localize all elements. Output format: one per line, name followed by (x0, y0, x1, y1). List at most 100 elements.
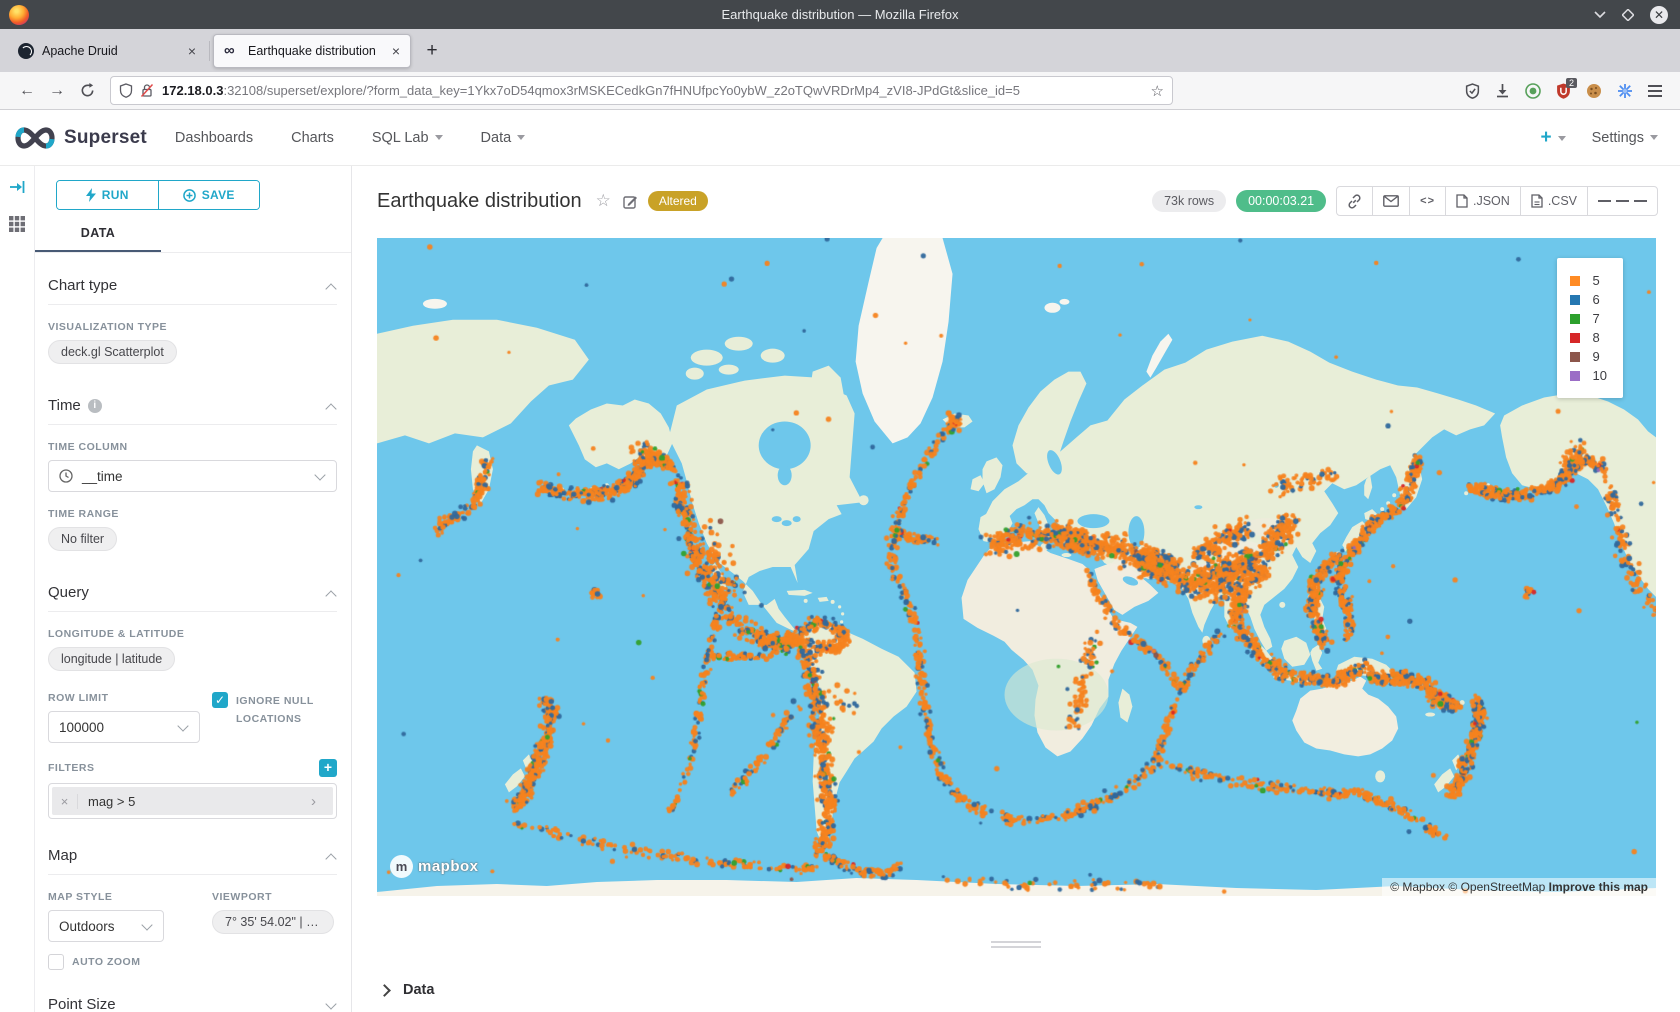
edit-properties-icon[interactable] (623, 194, 638, 209)
viewport-value[interactable]: 7° 35' 54.02" | 31... (212, 910, 334, 934)
window-close-icon[interactable]: ✕ (1650, 6, 1668, 24)
attribution-mapbox-link[interactable]: © Mapbox (1390, 880, 1445, 894)
favorite-star-icon[interactable]: ☆ (596, 191, 611, 211)
dataset-grid-icon[interactable] (9, 216, 25, 232)
new-tab-button[interactable]: + (417, 36, 447, 66)
lonlat-value[interactable]: longitude | latitude (48, 647, 175, 671)
map-attribution: © Mapbox © OpenStreetMap Improve this ma… (1382, 878, 1656, 896)
legend-item[interactable]: 7 (1570, 311, 1607, 326)
downloads-icon[interactable] (1495, 83, 1510, 98)
chart-menu-icon[interactable] (1588, 187, 1657, 215)
permissions-shield-icon[interactable] (119, 83, 133, 98)
legend-label: 6 (1593, 292, 1600, 307)
url-input[interactable]: 172.18.0.3:32108/superset/explore/?form_… (110, 76, 1173, 105)
chart-title: Earthquake distribution (377, 190, 582, 213)
resize-handle[interactable] (991, 938, 1041, 951)
remove-filter-icon[interactable]: × (52, 794, 78, 809)
legend-label: 5 (1593, 273, 1600, 288)
add-filter-button[interactable]: + (319, 759, 337, 777)
legend-swatch (1570, 314, 1580, 324)
auto-zoom-checkbox[interactable]: AUTO ZOOM (48, 954, 200, 970)
time-column-select[interactable]: __time (48, 460, 337, 492)
collapse-panel-icon[interactable] (9, 180, 25, 194)
file-icon (1456, 194, 1468, 208)
section-time[interactable]: Timei (48, 397, 337, 414)
chevron-up-icon (327, 588, 337, 598)
tab-data[interactable]: DATA (35, 226, 161, 252)
ublock-icon[interactable]: 2 (1556, 83, 1571, 99)
row-count-badge: 73k rows (1152, 190, 1226, 212)
add-new-button[interactable]: + (1540, 127, 1565, 149)
section-chart-type[interactable]: Chart type (48, 277, 337, 294)
time-range-value[interactable]: No filter (48, 527, 117, 551)
viz-type-label: VISUALIZATION TYPE (48, 321, 337, 333)
lonlat-label: LONGITUDE & LATITUDE (48, 628, 337, 640)
mapbox-logo[interactable]: m mapbox (390, 855, 479, 878)
bookmark-star-icon[interactable]: ☆ (1151, 82, 1164, 100)
legend-item[interactable]: 10 (1570, 368, 1607, 383)
info-icon: i (88, 399, 102, 413)
section-point-size[interactable]: Point Size (48, 996, 337, 1012)
time-column-label: TIME COLUMN (48, 441, 337, 453)
map-style-select[interactable]: Outdoors (48, 910, 164, 942)
menu-icon[interactable] (1648, 82, 1662, 100)
section-query[interactable]: Query (48, 584, 337, 601)
window-titlebar: Earthquake distribution — Mozilla Firefo… (0, 0, 1680, 29)
row-limit-label: ROW LIMIT (48, 692, 200, 704)
settings-menu[interactable]: Settings (1592, 130, 1658, 146)
export-json-button[interactable]: .JSON (1446, 187, 1521, 215)
altered-badge[interactable]: Altered (648, 191, 708, 211)
row-limit-select[interactable]: 100000 (48, 711, 200, 743)
url-text: 172.18.0.3:32108/superset/explore/?form_… (162, 83, 1145, 98)
chevron-right-icon[interactable]: › (311, 793, 333, 810)
bolt-icon (86, 188, 96, 202)
legend-item[interactable]: 8 (1570, 330, 1607, 345)
chevron-down-icon (316, 471, 326, 481)
chart-container: Earthquake distribution ☆ Altered 73k ro… (352, 166, 1680, 1012)
embed-code-button[interactable]: <> (1410, 187, 1446, 215)
tab-close-icon[interactable]: × (188, 43, 196, 59)
viz-type-value[interactable]: deck.gl Scatterplot (48, 340, 177, 364)
export-csv-button[interactable]: .CSV (1521, 187, 1588, 215)
envelope-icon (1383, 195, 1399, 207)
data-panel-toggle[interactable]: Data (380, 982, 434, 998)
cookie-icon[interactable] (1586, 83, 1602, 99)
nav-charts[interactable]: Charts (291, 130, 334, 146)
window-maximize-icon[interactable] (1622, 9, 1634, 21)
copy-link-button[interactable] (1337, 187, 1373, 215)
shield-extension-icon[interactable] (1465, 83, 1480, 99)
nav-data[interactable]: Data (481, 130, 526, 146)
tab-apache-druid[interactable]: Apache Druid × (8, 34, 206, 68)
window-minimize-icon[interactable] (1594, 11, 1606, 19)
tab-close-icon[interactable]: × (392, 43, 400, 59)
back-icon[interactable]: ← (12, 77, 42, 105)
filter-chip[interactable]: × mag > 5 › (52, 787, 333, 815)
filter-container: × mag > 5 › (48, 783, 337, 819)
superset-logo[interactable]: Superset (12, 125, 147, 151)
email-button[interactable] (1373, 187, 1410, 215)
save-button[interactable]: SAVE (158, 181, 260, 209)
legend-label: 9 (1593, 349, 1600, 364)
nav-sql-lab[interactable]: SQL Lab (372, 130, 443, 146)
section-map[interactable]: Map (48, 847, 337, 864)
attribution-improve-link[interactable]: Improve this map (1549, 880, 1648, 894)
checkbox-checked-icon[interactable]: ✓ (212, 692, 228, 708)
multi-account-icon[interactable] (1617, 83, 1633, 99)
forward-icon[interactable]: → (42, 77, 72, 105)
brand-name: Superset (64, 127, 147, 149)
legend-item[interactable]: 5 (1570, 273, 1607, 288)
nav-dashboards[interactable]: Dashboards (175, 130, 253, 146)
tab-earthquake-distribution[interactable]: ∞ Earthquake distribution × (213, 34, 411, 68)
superset-navbar: Superset Dashboards Charts SQL Lab Data … (0, 110, 1680, 166)
legend-item[interactable]: 9 (1570, 349, 1607, 364)
run-button[interactable]: RUN (57, 181, 158, 209)
extension-green-icon[interactable] (1525, 83, 1541, 99)
deckgl-scatter-map[interactable]: 5 6 7 8 9 10 m mapbox © Mapbox © OpenStreetMa… (377, 238, 1656, 896)
insecure-lock-icon[interactable] (140, 83, 154, 98)
attribution-osm-link[interactable]: © OpenStreetMap (1448, 880, 1545, 894)
checkbox-unchecked-icon[interactable] (48, 954, 64, 970)
reload-icon[interactable] (72, 77, 102, 105)
ignore-null-checkbox[interactable]: ✓ IGNORE NULLLOCATIONS (212, 692, 337, 729)
chevron-down-icon (435, 135, 443, 140)
legend-item[interactable]: 6 (1570, 292, 1607, 307)
